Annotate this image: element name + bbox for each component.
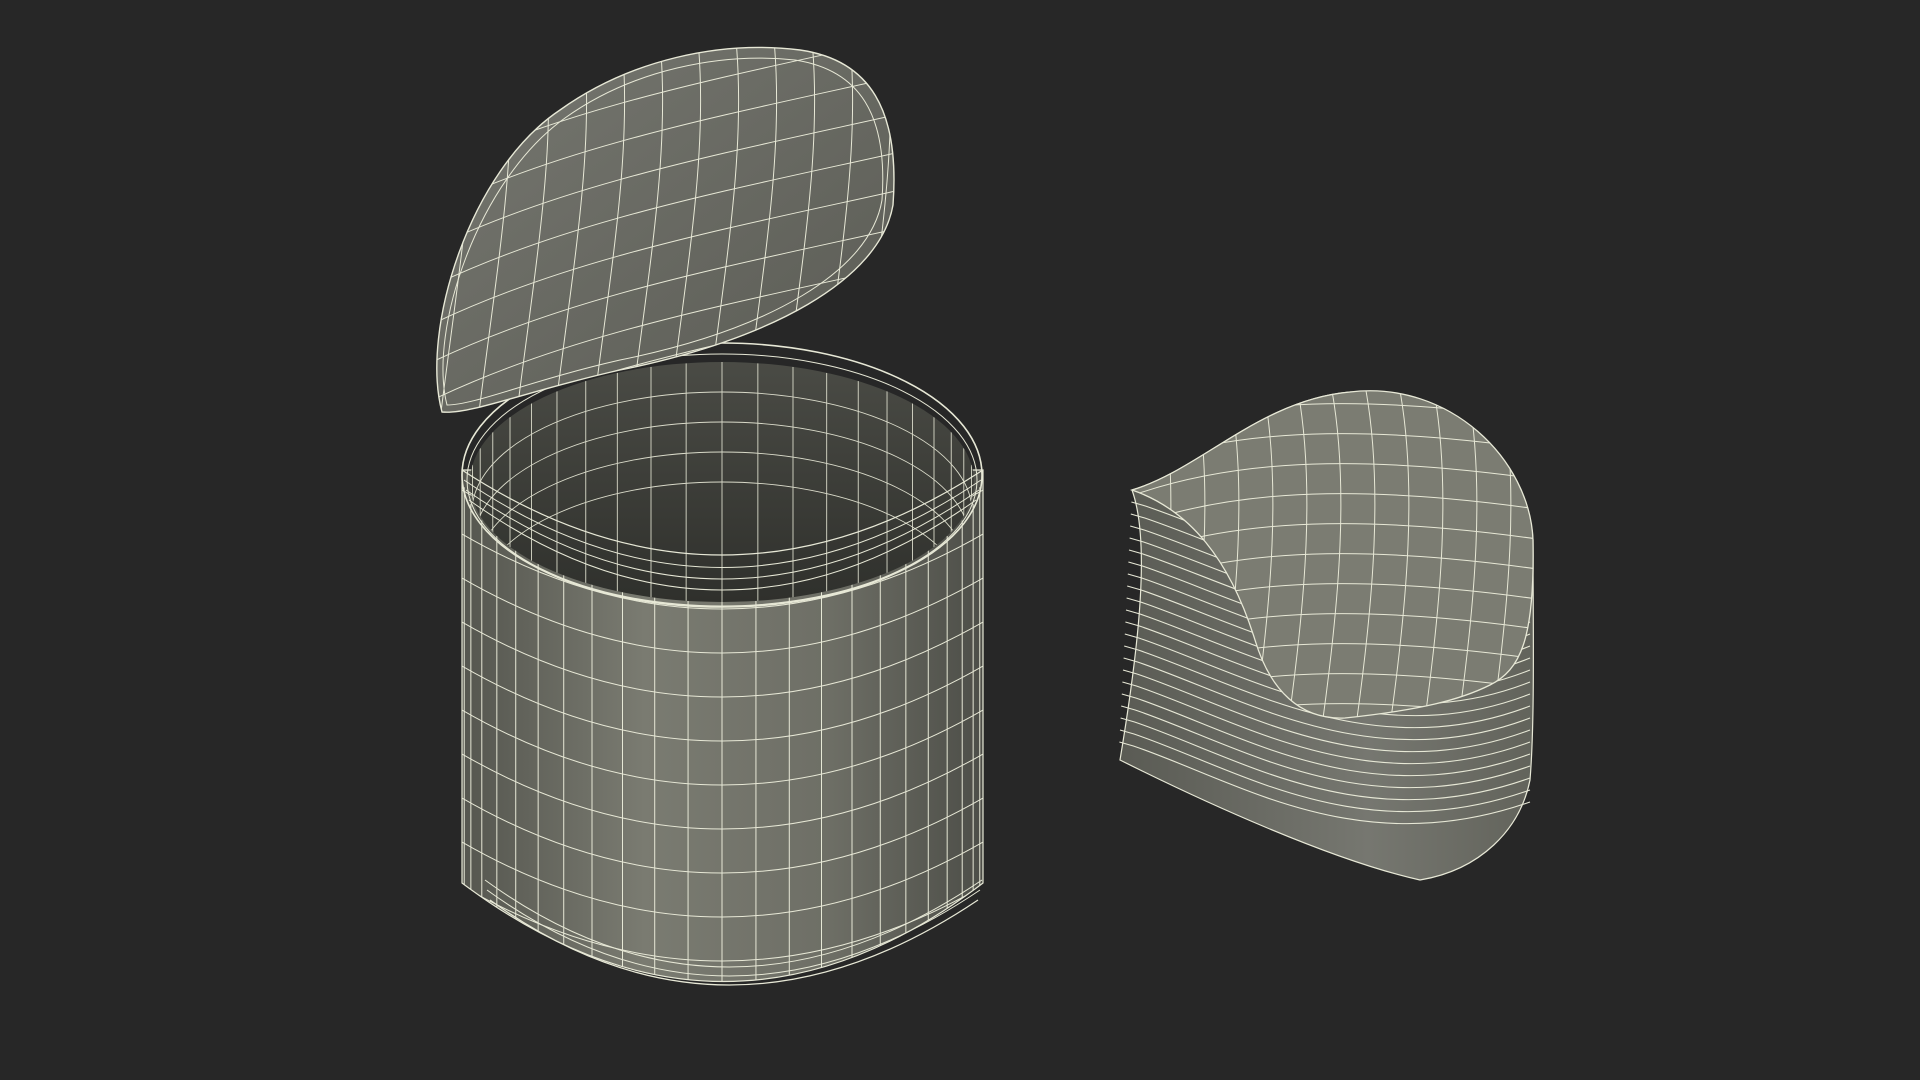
render-viewport <box>0 0 1920 1080</box>
crushed-tin-can <box>1119 390 1534 881</box>
wireframe-scene <box>436 46 1534 986</box>
open-tin-can <box>436 46 984 986</box>
